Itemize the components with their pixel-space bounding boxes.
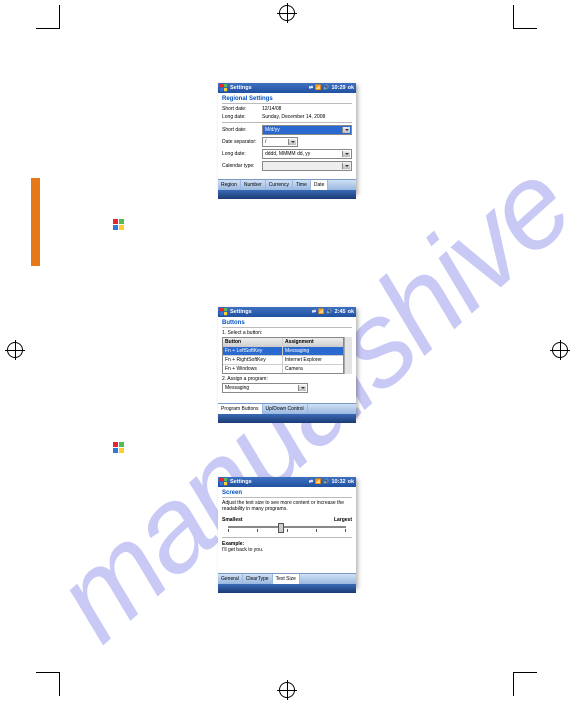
start-icon[interactable] (220, 84, 228, 92)
chevron-down-icon (288, 139, 296, 145)
status-icons: ⇄ 📶 🔊 10:32 ok (309, 479, 354, 485)
text-size-slider[interactable] (228, 526, 346, 528)
window-title: Settings (230, 479, 252, 485)
panel-title: Regional Settings (222, 96, 352, 104)
menu-bar (218, 414, 356, 423)
panel-title: Buttons (222, 320, 352, 328)
registration-mark (279, 5, 295, 21)
tab-general[interactable]: General (218, 574, 243, 584)
tab-number[interactable]: Number (241, 180, 266, 190)
smallest-label: Smallest (222, 517, 243, 523)
list-row[interactable]: Fn + Windows Camera (223, 364, 343, 373)
screenshot-regional-settings: Settings ⇄ 📶 🔊 10:29 ok Regional Setting… (218, 83, 356, 193)
calendar-label: Calendar type: (222, 163, 262, 169)
connectivity-icon: ⇄ (309, 85, 313, 91)
short-date-combo[interactable]: M/d/yy (262, 125, 352, 135)
list-row[interactable]: Fn + RightSoftKey Internet Explorer (223, 355, 343, 364)
separator-combo[interactable]: / (262, 137, 298, 147)
volume-icon: 🔊 (323, 85, 329, 91)
section-tab (31, 178, 40, 266)
titlebar: Settings ⇄ 📶 🔊 10:32 ok (218, 477, 356, 487)
menu-bar (218, 190, 356, 199)
step2-label: 2. Assign a program: (222, 376, 352, 382)
screenshot-buttons: Settings ⇄ 📶 🔊 2:45 ok Buttons 1. Select… (218, 307, 356, 417)
crop-mark (513, 28, 537, 29)
col-assignment: Assignment (283, 338, 343, 346)
signal-icon: 📶 (315, 479, 321, 485)
connectivity-icon: ⇄ (312, 309, 316, 315)
tabstrip: Program Buttons Up/Down Control (218, 403, 356, 414)
crop-mark (513, 672, 514, 696)
tab-text-size[interactable]: Text Size (273, 574, 300, 584)
crop-mark (59, 5, 60, 29)
calendar-combo[interactable] (262, 161, 352, 171)
crop-mark (513, 672, 537, 673)
window-title: Settings (230, 85, 252, 91)
registration-mark (7, 342, 23, 358)
short-date-fmt-label: Short date: (222, 127, 262, 133)
instruction-text: Adjust the text size to see more content… (222, 500, 352, 512)
tab-region[interactable]: Region (218, 180, 241, 190)
list-row[interactable]: Fn + LeftSoftKey Messaging (223, 346, 343, 355)
windows-logo-icon (113, 219, 125, 231)
window-title: Settings (230, 309, 252, 315)
crop-mark (36, 672, 60, 673)
menu-bar (218, 584, 356, 593)
short-date-label: Short date: (222, 106, 262, 112)
titlebar: Settings ⇄ 📶 🔊 10:29 ok (218, 83, 356, 93)
chevron-down-icon (342, 127, 350, 133)
registration-mark (552, 342, 568, 358)
long-date-combo[interactable]: dddd, MMMM dd, yy (262, 149, 352, 159)
status-icons: ⇄ 📶 🔊 2:45 ok (312, 309, 354, 315)
long-date-fmt-label: Long date: (222, 151, 262, 157)
volume-icon: 🔊 (323, 479, 329, 485)
col-button: Button (223, 338, 283, 346)
tab-time[interactable]: Time (293, 180, 311, 190)
program-combo[interactable]: Messaging (222, 383, 308, 393)
start-icon[interactable] (220, 308, 228, 316)
separator-label: Date separator: (222, 139, 262, 145)
largest-label: Largest (334, 517, 352, 523)
tab-cleartype[interactable]: ClearType (243, 574, 273, 584)
chevron-down-icon (342, 151, 350, 157)
tabstrip: General ClearType Text Size (218, 573, 356, 584)
example-text: I'll get back to you. (222, 547, 352, 553)
slider-thumb[interactable] (278, 523, 284, 533)
windows-logo-icon (113, 442, 125, 454)
panel-title: Screen (222, 490, 352, 498)
clock-text: 2:45 (335, 309, 346, 315)
status-icons: ⇄ 📶 🔊 10:29 ok (309, 85, 354, 91)
step1-label: 1. Select a button: (222, 330, 352, 336)
ok-button[interactable]: ok (348, 85, 354, 91)
tab-currency[interactable]: Currency (266, 180, 293, 190)
clock-text: 10:29 (332, 85, 346, 91)
long-date-value: Sunday, December 14, 2008 (262, 114, 352, 120)
start-icon[interactable] (220, 478, 228, 486)
signal-icon: 📶 (315, 85, 321, 91)
tabstrip: Region Number Currency Time Date (218, 179, 356, 190)
ok-button[interactable]: ok (348, 479, 354, 485)
chevron-down-icon (298, 385, 306, 391)
volume-icon: 🔊 (326, 309, 332, 315)
chevron-down-icon (342, 163, 350, 169)
screenshot-screen: Settings ⇄ 📶 🔊 10:32 ok Screen Adjust th… (218, 477, 356, 587)
tab-updown[interactable]: Up/Down Control (263, 404, 308, 414)
scrollbar[interactable] (344, 337, 352, 374)
registration-mark (279, 682, 295, 698)
signal-icon: 📶 (318, 309, 324, 315)
tab-program-buttons[interactable]: Program Buttons (218, 404, 263, 414)
crop-mark (513, 5, 514, 29)
button-list[interactable]: Button Assignment Fn + LeftSoftKey Messa… (222, 337, 344, 374)
clock-text: 10:32 (332, 479, 346, 485)
short-date-value: 12/14/08 (262, 106, 352, 112)
long-date-label: Long date: (222, 114, 262, 120)
crop-mark (59, 672, 60, 696)
tab-date[interactable]: Date (311, 180, 329, 190)
crop-mark (36, 28, 60, 29)
connectivity-icon: ⇄ (309, 479, 313, 485)
titlebar: Settings ⇄ 📶 🔊 2:45 ok (218, 307, 356, 317)
ok-button[interactable]: ok (348, 309, 354, 315)
